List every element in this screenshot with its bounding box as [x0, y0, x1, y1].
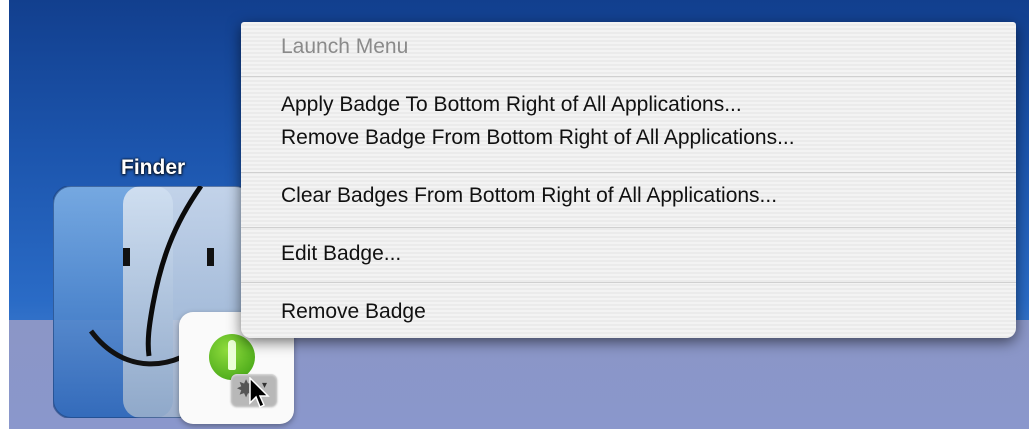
menu-item-clear-badges[interactable]: Clear Badges From Bottom Right of All Ap… [281, 184, 777, 208]
menu-header: Launch Menu [281, 35, 409, 58]
menu-item-apply-badge[interactable]: Apply Badge To Bottom Right of All Appli… [281, 93, 742, 117]
menu-separator [241, 227, 1016, 228]
menu-item-remove-badge[interactable]: Remove Badge [281, 300, 426, 324]
mouse-pointer-icon [249, 377, 270, 409]
menu-item-edit-badge[interactable]: Edit Badge... [281, 242, 401, 266]
menu-separator [241, 172, 1016, 173]
dock-item-label: Finder [121, 156, 186, 179]
context-menu: Launch Menu Apply Badge To Bottom Right … [241, 22, 1016, 338]
menu-item-remove-badge-all[interactable]: Remove Badge From Bottom Right of All Ap… [281, 126, 795, 150]
menu-separator [241, 76, 1016, 77]
screenshot: Finder ✸ ▾ Launch Menu Apply Badge To Bo… [0, 0, 1029, 429]
menu-separator [241, 282, 1016, 283]
